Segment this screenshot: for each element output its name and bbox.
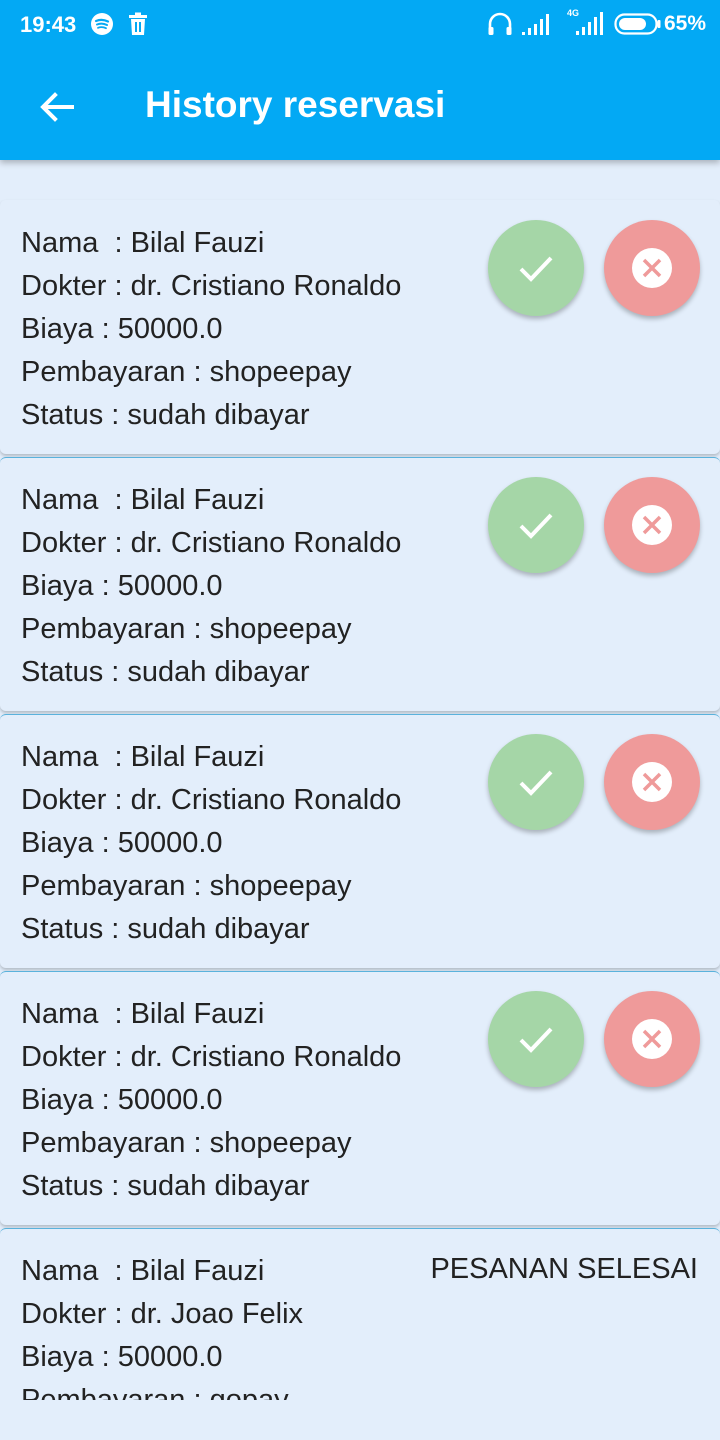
cancel-circle-icon [632, 248, 672, 288]
app-bar: 19:43 4G 65% History reservasi [0, 0, 720, 160]
reservation-card: Nama : Bilal Fauzi Dokter : dr. Cristian… [0, 714, 720, 968]
status-bar: 19:43 4G 65% [0, 0, 720, 50]
cancel-button[interactable] [604, 734, 700, 830]
reservation-card: Nama : Bilal Fauzi Dokter : dr. Cristian… [0, 971, 720, 1225]
doctor-name: Dokter : dr. Cristiano Ronaldo [21, 527, 402, 559]
cost: Biaya : 50000.0 [21, 1084, 223, 1116]
cost: Biaya : 50000.0 [21, 570, 223, 602]
payment-status: Status : sudah dibayar [21, 399, 310, 431]
payment-status: Status : sudah dibayar [21, 656, 310, 688]
doctor-name: Dokter : dr. Cristiano Ronaldo [21, 1041, 402, 1073]
cost: Biaya : 50000.0 [21, 1341, 223, 1373]
trash-icon [127, 12, 149, 41]
payment-method: Pembayaran : gopay [21, 1384, 289, 1400]
cancel-button[interactable] [604, 220, 700, 316]
battery-icon [614, 13, 662, 40]
patient-name: Nama : Bilal Fauzi [21, 998, 265, 1030]
cancel-circle-icon [632, 505, 672, 545]
payment-method: Pembayaran : shopeepay [21, 870, 352, 902]
payment-method: Pembayaran : shopeepay [21, 613, 352, 645]
check-icon [519, 256, 553, 282]
doctor-name: Dokter : dr. Cristiano Ronaldo [21, 270, 402, 302]
cancel-circle-icon [632, 1019, 672, 1059]
reservation-card: Nama : Bilal Fauzi Dokter : dr. Cristian… [0, 200, 720, 454]
reservation-card: Nama : Bilal Fauzi Dokter : dr. Cristian… [0, 457, 720, 711]
doctor-name: Dokter : dr. Cristiano Ronaldo [21, 784, 402, 816]
check-icon [519, 770, 553, 796]
battery-percent: 65% [663, 12, 706, 35]
status-time: 19:43 [20, 12, 77, 37]
patient-name: Nama : Bilal Fauzi [21, 484, 265, 516]
cancel-button[interactable] [604, 991, 700, 1087]
spotify-icon [90, 12, 114, 41]
signal-icon [521, 12, 551, 41]
order-completed-label: PESANAN SELESAI [430, 1253, 698, 1285]
check-icon [519, 1027, 553, 1053]
cost: Biaya : 50000.0 [21, 827, 223, 859]
reservation-card: Nama : Bilal Fauzi Dokter : dr. Joao Fel… [0, 1228, 720, 1400]
page-title: History reservasi [145, 84, 446, 125]
arrow-back-icon[interactable] [34, 84, 80, 130]
payment-status: Status : sudah dibayar [21, 1170, 310, 1202]
cost: Biaya : 50000.0 [21, 313, 223, 345]
patient-name: Nama : Bilal Fauzi [21, 741, 265, 773]
cancel-circle-icon [632, 762, 672, 802]
patient-name: Nama : Bilal Fauzi [21, 227, 265, 259]
confirm-button[interactable] [488, 991, 584, 1087]
payment-method: Pembayaran : shopeepay [21, 1127, 352, 1159]
check-icon [519, 513, 553, 539]
confirm-button[interactable] [488, 734, 584, 830]
signal-4g-icon: 4G [564, 6, 604, 41]
bottom-bar [0, 1400, 720, 1440]
headphones-icon [487, 12, 513, 41]
reservation-list[interactable]: Nama : Bilal Fauzi Dokter : dr. Cristian… [0, 160, 720, 1400]
payment-method: Pembayaran : shopeepay [21, 356, 352, 388]
cancel-button[interactable] [604, 477, 700, 573]
network-type-label: 4G [567, 8, 579, 18]
doctor-name: Dokter : dr. Joao Felix [21, 1298, 304, 1330]
confirm-button[interactable] [488, 477, 584, 573]
confirm-button[interactable] [488, 220, 584, 316]
patient-name: Nama : Bilal Fauzi [21, 1255, 265, 1287]
payment-status: Status : sudah dibayar [21, 913, 310, 945]
